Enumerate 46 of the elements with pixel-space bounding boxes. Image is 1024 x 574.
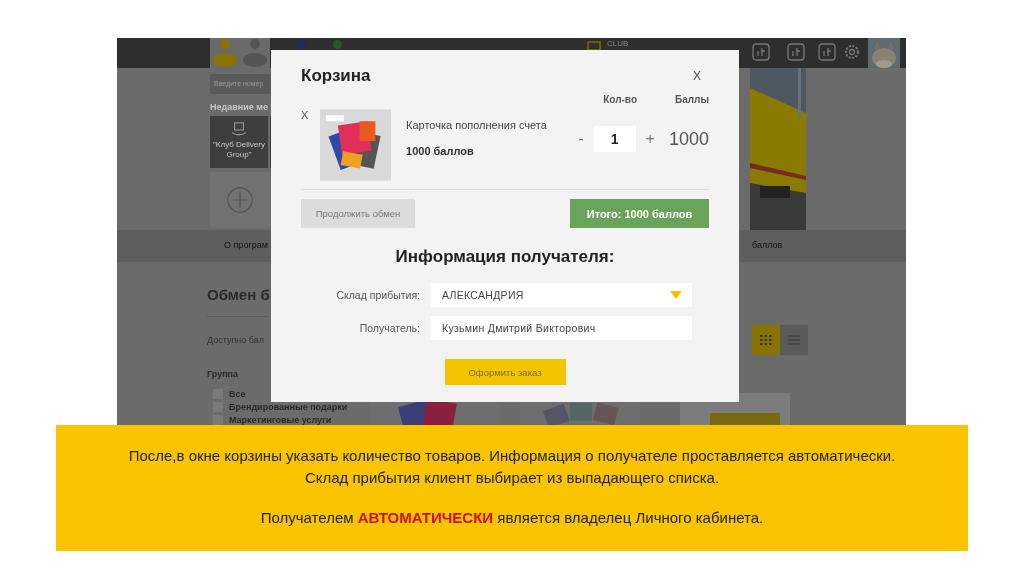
recipient-field[interactable]: Кузьмин Дмитрий Викторович xyxy=(430,316,692,340)
group-heading: Группа xyxy=(207,369,239,379)
settings-icon[interactable] xyxy=(843,43,861,61)
continue-button[interactable]: Продолжить обмен xyxy=(301,199,415,228)
social-icon[interactable] xyxy=(818,43,836,61)
recent-tile[interactable]: "Клуб Delivery Group" xyxy=(210,116,268,168)
decrease-button[interactable]: - xyxy=(578,130,584,148)
plus-icon xyxy=(226,186,254,214)
product-name: Карточка пополнения счета xyxy=(406,119,548,131)
group-label: Маркетинговые услуги xyxy=(229,415,332,425)
note-text: После,в окне корзины указать количество товаров. Информация о получателе проставляется автоматически. xyxy=(128,446,896,466)
total-button[interactable]: Итого: 1000 баллов xyxy=(570,199,709,228)
caret-icon xyxy=(670,291,682,299)
tile-label: "Клуб Delivery Group" xyxy=(212,140,266,160)
dot-icon xyxy=(297,40,306,49)
checkbox[interactable] xyxy=(213,415,223,425)
group-label: Брендированные подарки xyxy=(229,402,348,412)
nav-tab[interactable]: О програм xyxy=(224,240,268,250)
recent-heading: Недавние ме xyxy=(210,102,268,112)
social-icon[interactable] xyxy=(752,43,770,61)
quantity-field[interactable]: 1 xyxy=(593,126,636,152)
note-text: Получателем АВТОМАТИЧЕСКИ является владелец Личного кабинета. xyxy=(260,508,764,528)
section-title: Обмен б xyxy=(207,286,270,303)
product-price: 1000 баллов xyxy=(406,145,475,157)
increase-button[interactable]: + xyxy=(645,130,655,148)
order-button[interactable]: Оформить заказ xyxy=(444,359,566,385)
club-label: CLUB xyxy=(607,39,629,48)
social-icon[interactable] xyxy=(787,43,805,61)
field-label: Склад прибытия: xyxy=(335,289,420,301)
close-button[interactable]: X xyxy=(693,69,701,83)
recipient-heading: Информация получателя: xyxy=(394,247,616,267)
dot-icon xyxy=(333,40,342,49)
column-header: Баллы xyxy=(675,94,709,105)
note-text: Склад прибытия клиент выбирает из выпадающего списка. xyxy=(304,468,720,488)
grid-view-button[interactable] xyxy=(752,325,780,355)
dialog-title: Корзина xyxy=(301,66,371,86)
field-label: Получатель: xyxy=(358,322,420,334)
warehouse-dropdown[interactable]: АЛЕКСАНДРИЯ xyxy=(430,283,692,307)
add-tile[interactable] xyxy=(210,172,270,228)
grid-icon xyxy=(760,335,772,345)
column-header: Кол-во xyxy=(603,94,637,105)
nav-tab[interactable]: баллов xyxy=(752,240,783,250)
card-icon xyxy=(587,41,601,51)
remove-button[interactable]: X xyxy=(301,109,320,121)
points-value: 1000 xyxy=(668,129,709,150)
group-label: Все xyxy=(229,389,246,399)
